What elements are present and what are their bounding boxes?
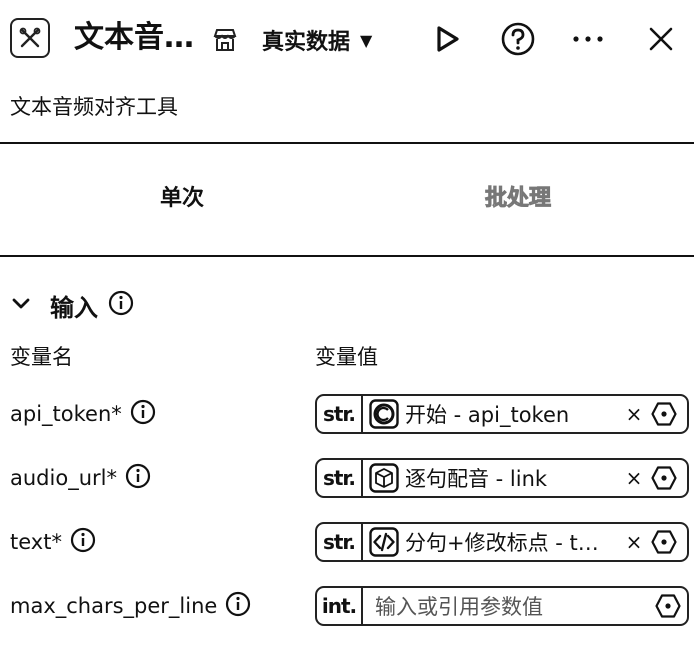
store-icon[interactable] bbox=[212, 27, 238, 57]
reference-value: 分句+修改标点 - t… bbox=[405, 531, 599, 555]
variable-picker-icon[interactable] bbox=[651, 465, 677, 491]
section-title: 输入 bbox=[50, 293, 98, 322]
variable-value-field-audio-url[interactable]: str. 逐句配音 - link × bbox=[315, 458, 689, 498]
clear-button[interactable]: × bbox=[623, 466, 645, 490]
info-icon[interactable] bbox=[130, 399, 156, 430]
value-input-placeholder[interactable]: 输入或引用参数值 bbox=[375, 591, 649, 621]
caret-down-icon: ▼ bbox=[360, 30, 373, 50]
reference-value: 逐句配音 - link bbox=[405, 467, 548, 491]
data-mode-select[interactable]: 真实数据 ▼ bbox=[262, 23, 372, 57]
variable-label-text: text* bbox=[10, 522, 96, 562]
run-icon[interactable] bbox=[432, 24, 462, 58]
inputs-section-header[interactable]: 输入 bbox=[10, 286, 134, 324]
tools-icon[interactable] bbox=[10, 18, 50, 58]
divider bbox=[0, 142, 694, 144]
type-badge: str. bbox=[317, 396, 363, 432]
column-header-name: 变量名 bbox=[10, 345, 73, 369]
variable-picker-icon[interactable] bbox=[655, 593, 681, 619]
variable-value-field-max-chars[interactable]: int. 输入或引用参数值 bbox=[315, 586, 689, 626]
tab-single[interactable]: 单次 bbox=[82, 182, 282, 216]
variable-label-audio-url: audio_url* bbox=[10, 458, 151, 498]
variable-name: api_token* bbox=[10, 402, 122, 426]
clear-button[interactable]: × bbox=[623, 530, 645, 554]
reference-value: 开始 - api_token bbox=[405, 403, 570, 427]
variable-value-field-text[interactable]: str. 分句+修改标点 - t… × bbox=[315, 522, 689, 562]
cube-node-icon bbox=[369, 463, 399, 493]
info-icon[interactable] bbox=[125, 463, 151, 494]
help-icon[interactable] bbox=[500, 21, 536, 61]
description: 文本音频对齐工具 bbox=[10, 95, 178, 119]
divider bbox=[0, 255, 694, 257]
close-icon[interactable] bbox=[646, 24, 676, 58]
clear-button[interactable]: × bbox=[623, 402, 645, 426]
type-badge: int. bbox=[317, 588, 363, 624]
variable-picker-icon[interactable] bbox=[651, 401, 677, 427]
variable-label-api-token: api_token* bbox=[10, 394, 156, 434]
info-icon[interactable] bbox=[70, 527, 96, 558]
variable-picker-icon[interactable] bbox=[651, 529, 677, 555]
type-badge: str. bbox=[317, 460, 363, 496]
header: 文本音… 真实数据 ▼ bbox=[0, 0, 694, 80]
variable-name: max_chars_per_line bbox=[10, 594, 218, 618]
code-node-icon bbox=[369, 527, 399, 557]
column-header-value: 变量值 bbox=[315, 345, 378, 369]
variable-label-max-chars: max_chars_per_line bbox=[10, 586, 251, 626]
variable-value-field-api-token[interactable]: str. 开始 - api_token × bbox=[315, 394, 689, 434]
tab-batch[interactable]: 批处理 bbox=[418, 182, 618, 216]
data-mode-label: 真实数据 bbox=[262, 30, 351, 55]
type-badge: str. bbox=[317, 524, 363, 560]
chevron-down-icon[interactable] bbox=[10, 292, 32, 318]
more-icon[interactable] bbox=[570, 24, 606, 58]
variable-name: text* bbox=[10, 530, 62, 554]
info-icon[interactable] bbox=[225, 591, 251, 622]
info-icon[interactable] bbox=[108, 290, 134, 320]
page-title: 文本音… bbox=[74, 20, 194, 55]
start-node-icon bbox=[369, 399, 399, 429]
variable-name: audio_url* bbox=[10, 466, 117, 490]
